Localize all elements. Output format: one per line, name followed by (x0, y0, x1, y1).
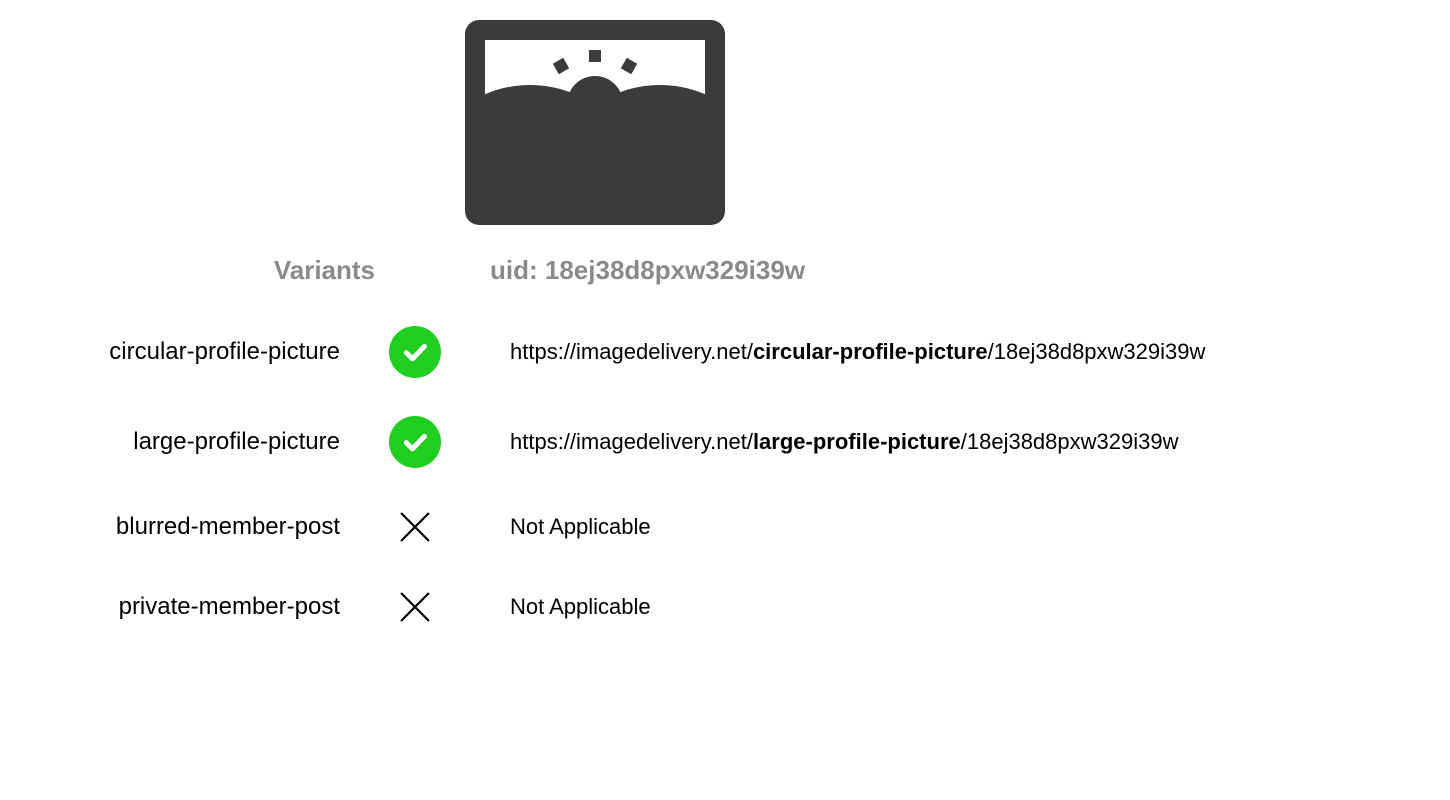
url-suffix: /18ej38d8pxw329i39w (961, 429, 1179, 454)
variant-url: Not Applicable (480, 594, 651, 620)
status-column (350, 586, 480, 628)
variant-row: circular-profile-picture https://imagede… (60, 326, 1205, 378)
url-prefix: https://imagedelivery.net/ (510, 339, 753, 364)
header-section: Variants uid: 18ej38d8pxw329i39w (60, 20, 805, 286)
check-icon (389, 416, 441, 468)
variant-name: private-member-post (60, 593, 350, 621)
variant-name: large-profile-picture (60, 428, 350, 456)
variants-column-header: Variants (60, 255, 405, 286)
uid-header: uid: 18ej38d8pxw329i39w (405, 255, 805, 286)
variant-name: circular-profile-picture (60, 338, 350, 366)
variant-url: Not Applicable (480, 514, 651, 540)
x-icon (394, 506, 436, 548)
variant-url: https://imagedelivery.net/large-profile-… (480, 429, 1178, 455)
image-placeholder-icon (465, 20, 725, 225)
status-column (350, 326, 480, 378)
variant-row: private-member-post Not Applicable (60, 586, 651, 628)
not-applicable-text: Not Applicable (510, 594, 651, 619)
not-applicable-text: Not Applicable (510, 514, 651, 539)
url-variant-segment: circular-profile-picture (753, 339, 988, 364)
variant-url: https://imagedelivery.net/circular-profi… (480, 339, 1205, 365)
url-prefix: https://imagedelivery.net/ (510, 429, 753, 454)
x-icon (394, 586, 436, 628)
variant-row: blurred-member-post Not Applicable (60, 506, 651, 548)
header-row: Variants uid: 18ej38d8pxw329i39w (60, 255, 805, 286)
check-icon (389, 326, 441, 378)
uid-value: 18ej38d8pxw329i39w (545, 255, 805, 285)
status-column (350, 506, 480, 548)
variant-row: large-profile-picture https://imagedeliv… (60, 416, 1178, 468)
status-column (350, 416, 480, 468)
variant-name: blurred-member-post (60, 513, 350, 541)
variants-diagram: Variants uid: 18ej38d8pxw329i39w circula… (0, 20, 1450, 666)
url-suffix: /18ej38d8pxw329i39w (988, 339, 1206, 364)
uid-label: uid: (490, 255, 545, 285)
url-variant-segment: large-profile-picture (753, 429, 961, 454)
